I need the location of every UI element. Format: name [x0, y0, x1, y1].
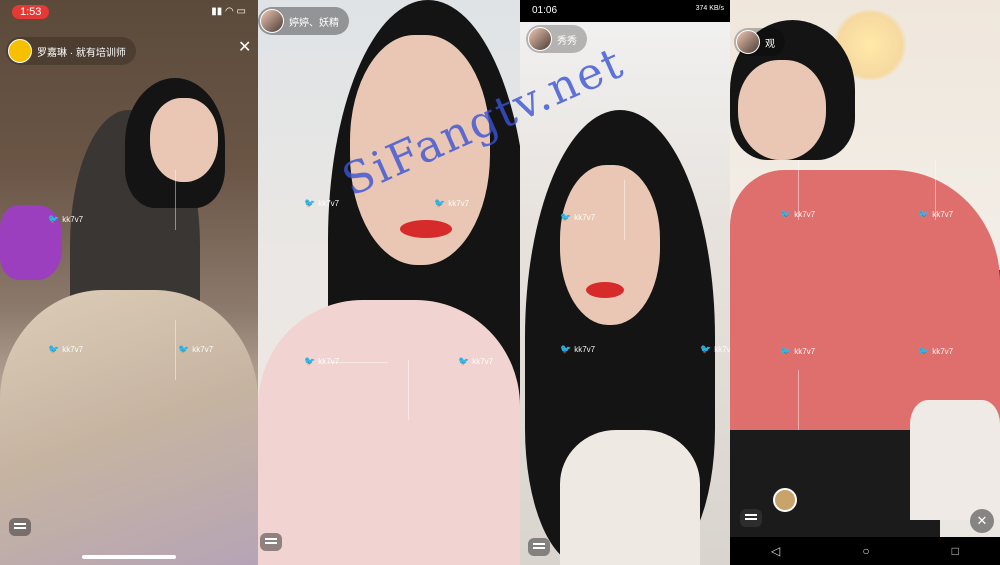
stream-watermark: 🐦kk7v7	[918, 346, 953, 357]
crosshair-line	[935, 160, 936, 220]
crosshair-line	[175, 320, 176, 380]
stream-watermark: 🐦kk7v7	[560, 344, 595, 355]
android-nav-bar: ◁ ○ □	[730, 537, 1000, 565]
stream-panel-4[interactable]: 观 🐦 kk7v7 🐦 kk7v7 🐦 kk7v7 🐦 kk7v7 ✕ ◁ ○ □	[730, 0, 1000, 565]
streamer-face	[560, 165, 660, 325]
chat-icon[interactable]	[528, 538, 550, 556]
signal-wifi-battery-icon: ▮▮ ◠ ▭	[211, 6, 246, 17]
crosshair-line	[175, 170, 176, 230]
host-chip[interactable]: 秀秀	[526, 25, 587, 53]
stream-watermark-text: kk7v7	[574, 345, 596, 354]
gift-icon[interactable]	[773, 488, 797, 512]
stream-watermark: 🐦kk7v7	[560, 212, 595, 223]
stream-watermark-text: kk7v7	[62, 345, 84, 354]
status-bar: 01:06 374 KB/s	[520, 0, 730, 22]
stream-watermark-text: kk7v7	[794, 347, 816, 356]
host-chip[interactable]: 观	[734, 28, 785, 56]
crosshair-line	[798, 160, 799, 220]
twitter-bird-icon: 🐦	[304, 198, 316, 208]
crosshair-line	[408, 360, 409, 420]
stream-watermark: 🐦kk7v7	[434, 198, 469, 209]
twitter-bird-icon: 🐦	[560, 212, 572, 222]
chat-icon[interactable]	[740, 509, 762, 527]
twitter-bird-icon: 🐦	[304, 356, 316, 366]
twitter-bird-icon: 🐦	[700, 344, 712, 354]
host-avatar	[8, 39, 32, 63]
host-name: 婷婷、妖精	[289, 17, 339, 29]
stream-panel-1[interactable]: 1:53 ▮▮ ◠ ▭ 罗嘉琳 · 就有培训师 ✕ 🐦 kk7v7 🐦 kk7v7 …	[0, 0, 258, 565]
bed	[910, 400, 1000, 520]
streamer-face	[150, 98, 218, 182]
stream-watermark: 🐦kk7v7	[458, 356, 493, 367]
streamer-lips	[586, 282, 624, 298]
home-indicator[interactable]	[82, 555, 176, 559]
status-bar: 1:53 ▮▮ ◠ ▭	[0, 0, 258, 22]
twitter-bird-icon: 🐦	[178, 344, 190, 354]
twitter-bird-icon: 🐦	[780, 209, 792, 219]
stream-watermark-text: kk7v7	[574, 213, 596, 222]
host-chip[interactable]: 婷婷、妖精	[258, 7, 349, 35]
twitter-bird-icon: 🐦	[918, 209, 930, 219]
stream-watermark-text: kk7v7	[472, 357, 494, 366]
stream-watermark-text: kk7v7	[192, 345, 214, 354]
stream-watermark: 🐦kk7v7	[48, 344, 83, 355]
host-avatar	[528, 27, 552, 51]
stream-watermark-text: kk7v7	[62, 215, 84, 224]
chat-icon[interactable]	[260, 533, 282, 551]
status-network-speed: 374 KB/s	[695, 5, 724, 12]
streamer-face	[738, 60, 826, 160]
host-name: 罗嘉琳 · 就有培训师	[37, 47, 126, 59]
twitter-bird-icon: 🐦	[434, 198, 446, 208]
streamer-lips	[400, 220, 452, 238]
status-time: 1:53	[12, 5, 50, 19]
stream-watermark: 🐦kk7v7	[700, 344, 730, 355]
stream-watermark: 🐦kk7v7	[178, 344, 213, 355]
host-name: 秀秀	[557, 35, 577, 47]
stream-watermark-text: kk7v7	[714, 345, 730, 354]
crosshair-line	[328, 362, 388, 363]
streamer-shirt	[560, 430, 700, 565]
back-button[interactable]: ◁	[771, 544, 780, 558]
twitter-bird-icon: 🐦	[918, 346, 930, 356]
status-time: 01:06	[532, 5, 558, 16]
twitter-bird-icon: 🐦	[458, 356, 470, 366]
twitter-bird-icon: 🐦	[48, 214, 60, 224]
close-icon[interactable]: ✕	[970, 509, 994, 533]
stream-watermark-text: kk7v7	[448, 199, 470, 208]
stream-panel-2[interactable]: 婷婷、妖精 🐦 kk7v7 🐦 kk7v7 🐦 kk7v7 🐦 kk7v7	[258, 0, 520, 565]
host-avatar	[736, 30, 760, 54]
host-avatar	[260, 9, 284, 33]
twitter-bird-icon: 🐦	[48, 344, 60, 354]
stream-watermark: 🐦kk7v7	[304, 198, 339, 209]
host-chip[interactable]: 罗嘉琳 · 就有培训师	[6, 37, 136, 65]
streamer-shirt	[258, 300, 520, 565]
recents-button[interactable]: □	[952, 544, 959, 558]
home-button[interactable]: ○	[862, 544, 869, 558]
crosshair-line	[798, 370, 799, 430]
close-icon[interactable]: ✕	[238, 40, 251, 56]
crosshair-line	[624, 180, 625, 240]
chat-icon[interactable]	[9, 518, 31, 536]
stream-watermark: 🐦kk7v7	[780, 346, 815, 357]
twitter-bird-icon: 🐦	[560, 344, 572, 354]
host-name: 观	[765, 38, 775, 50]
stream-watermark-text: kk7v7	[318, 199, 340, 208]
twitter-bird-icon: 🐦	[780, 346, 792, 356]
stream-watermark: 🐦kk7v7	[48, 214, 83, 225]
stream-watermark-text: kk7v7	[932, 347, 954, 356]
blanket	[0, 290, 258, 565]
